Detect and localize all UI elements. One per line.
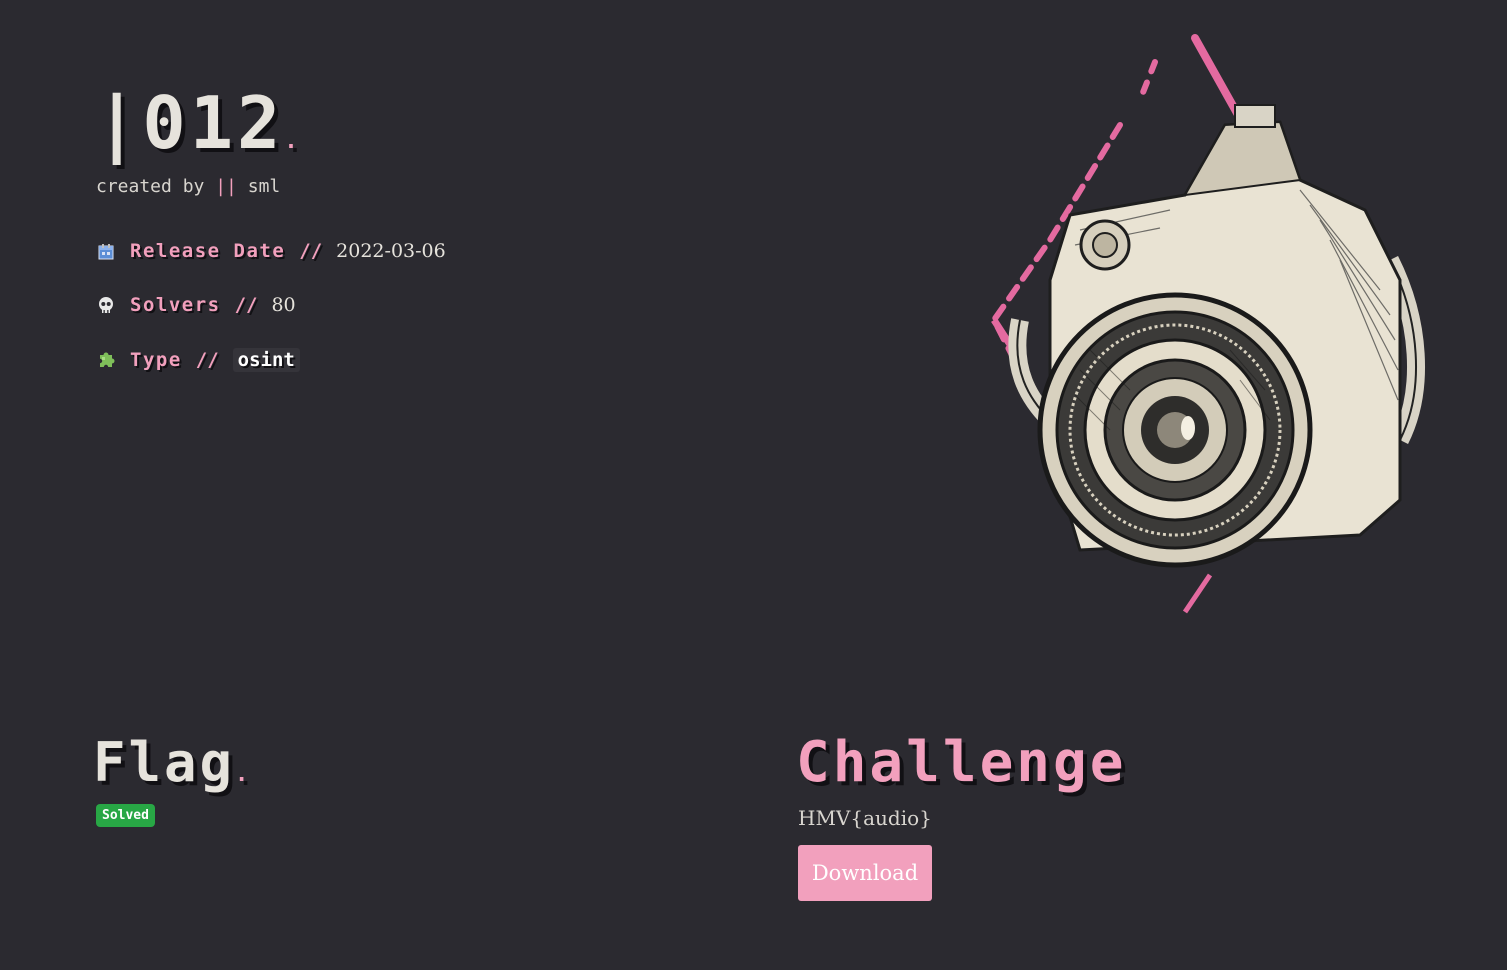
calendar-icon [96,241,116,261]
skull-icon [96,295,116,315]
flag-title-text: Flag [93,731,236,794]
machine-title: |012. [95,78,302,187]
puzzle-icon [96,350,116,370]
solvers-value: 80 [271,294,296,316]
type-separator: // [195,349,219,371]
release-date-separator: // [299,240,323,262]
release-date-label: Release Date [130,240,286,262]
created-by: created by || sml [96,176,280,197]
created-by-separator: || [215,176,237,197]
release-date-value: 2022-03-06 [336,240,446,262]
solvers-label: Solvers [130,294,221,316]
title-dot: . [284,129,302,154]
author-name: sml [247,176,281,197]
flag-title-dot: . [235,762,252,787]
solved-badge: Solved [96,804,155,827]
meta-type: Type // osint [96,348,300,372]
download-button[interactable]: Download [798,845,932,901]
challenge-page: |012. created by || sml Release Date // … [0,0,1507,970]
machine-title-text: |012 [95,81,285,165]
meta-release-date: Release Date // 2022-03-06 [96,240,446,262]
challenge-section-title: Challenge [796,730,1127,795]
solvers-separator: // [234,294,258,316]
type-label: Type [130,349,182,371]
challenge-flag-text: HMV{audio} [798,806,932,830]
flag-section-title: Flag. [93,728,251,810]
meta-solvers: Solvers // 80 [96,294,296,316]
type-value: osint [232,348,300,372]
camera-illustration [980,30,1440,620]
created-by-label: created by [96,176,205,197]
